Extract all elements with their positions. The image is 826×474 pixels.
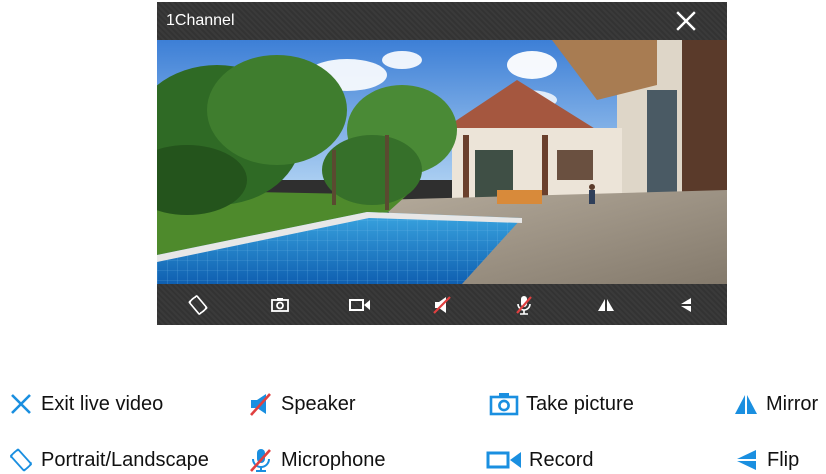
channel-title: 1Channel (166, 12, 235, 29)
microphone-muted-icon (516, 296, 532, 315)
legend-mirror-label: Mirror (766, 392, 819, 415)
record-icon (349, 299, 370, 311)
legend-take-picture-label: Take picture (526, 392, 634, 415)
microphone-button[interactable] (512, 293, 536, 317)
rotate-icon (188, 295, 208, 315)
rotate-button[interactable] (186, 293, 210, 317)
legend-flip: Flip (734, 446, 799, 474)
legend-microphone: Microphone (248, 446, 386, 474)
legend-take-picture: Take picture (489, 390, 634, 418)
flip-button[interactable] (674, 293, 698, 317)
title-bar: 1Channel (157, 2, 727, 40)
close-icon (8, 391, 34, 417)
record-button[interactable] (348, 293, 372, 317)
video-toolbar (157, 284, 727, 325)
legend-exit: Exit live video (8, 390, 163, 418)
rotate-icon (8, 447, 34, 473)
legend-exit-label: Exit live video (41, 392, 164, 415)
speaker-button[interactable] (430, 293, 454, 317)
take-picture-button[interactable] (268, 293, 292, 317)
record-icon (486, 447, 522, 473)
speaker-muted-icon (248, 391, 274, 417)
legend-speaker: Speaker (248, 390, 356, 418)
close-icon (676, 11, 696, 31)
legend-record: Record (486, 446, 593, 474)
flip-icon (681, 298, 691, 312)
legend-record-label: Record (529, 448, 594, 471)
legend-speaker-label: Speaker (281, 392, 356, 415)
legend-flip-label: Flip (767, 448, 800, 471)
legend-microphone-label: Microphone (281, 448, 386, 471)
camera-icon (489, 391, 519, 417)
speaker-muted-icon (433, 296, 451, 314)
video-frame-image (157, 40, 727, 284)
microphone-muted-icon (248, 447, 274, 473)
legend-portrait-landscape-label: Portrait/Landscape (41, 448, 209, 471)
live-video-window: 1Channel (157, 2, 727, 325)
legend-portrait-landscape: Portrait/Landscape (8, 446, 209, 474)
legend-mirror: Mirror (733, 390, 818, 418)
flip-icon (734, 447, 760, 473)
close-button[interactable] (675, 10, 697, 32)
mirror-icon (598, 299, 614, 311)
mirror-button[interactable] (594, 293, 618, 317)
camera-icon (271, 298, 289, 312)
video-feed[interactable] (157, 40, 727, 284)
mirror-icon (733, 391, 759, 417)
